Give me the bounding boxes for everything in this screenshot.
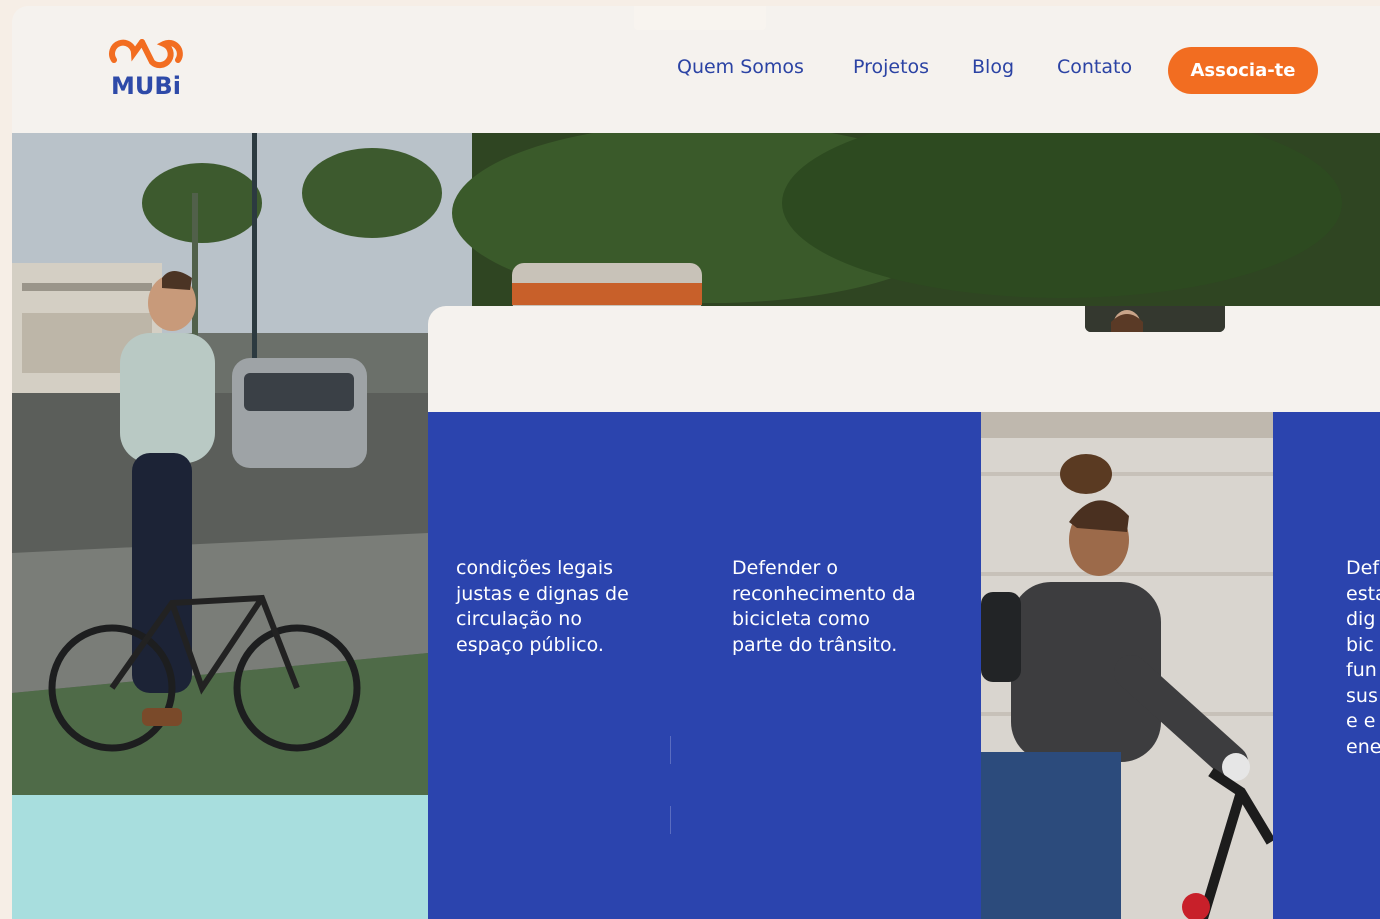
nav-link-quem-somos[interactable]: Quem Somos	[677, 56, 804, 78]
woman-cycling-illustration	[981, 412, 1273, 919]
woman-cycling-photo	[981, 412, 1273, 919]
column-divider	[670, 806, 671, 834]
mission-text-1: condições legais justas e dignas de circ…	[456, 557, 629, 656]
nav-link-projetos[interactable]: Projetos	[853, 56, 929, 78]
top-notch	[634, 6, 766, 30]
column-divider	[670, 736, 671, 764]
nav-link-contato[interactable]: Contato	[1057, 56, 1132, 78]
mission-text-3: Def esta dig bic fun sus e e ene	[1346, 557, 1380, 758]
associate-button[interactable]: Associa-te	[1168, 47, 1318, 94]
person-peek-icon	[1085, 306, 1225, 332]
card-tab	[1085, 306, 1225, 332]
mission-text-2: Defender o reconhecimento da bicicleta c…	[732, 557, 916, 656]
nav-link-blog[interactable]: Blog	[972, 56, 1014, 78]
page: MUBi Quem Somos Projetos Blog Contato As…	[12, 6, 1380, 919]
mint-panel	[12, 795, 428, 919]
